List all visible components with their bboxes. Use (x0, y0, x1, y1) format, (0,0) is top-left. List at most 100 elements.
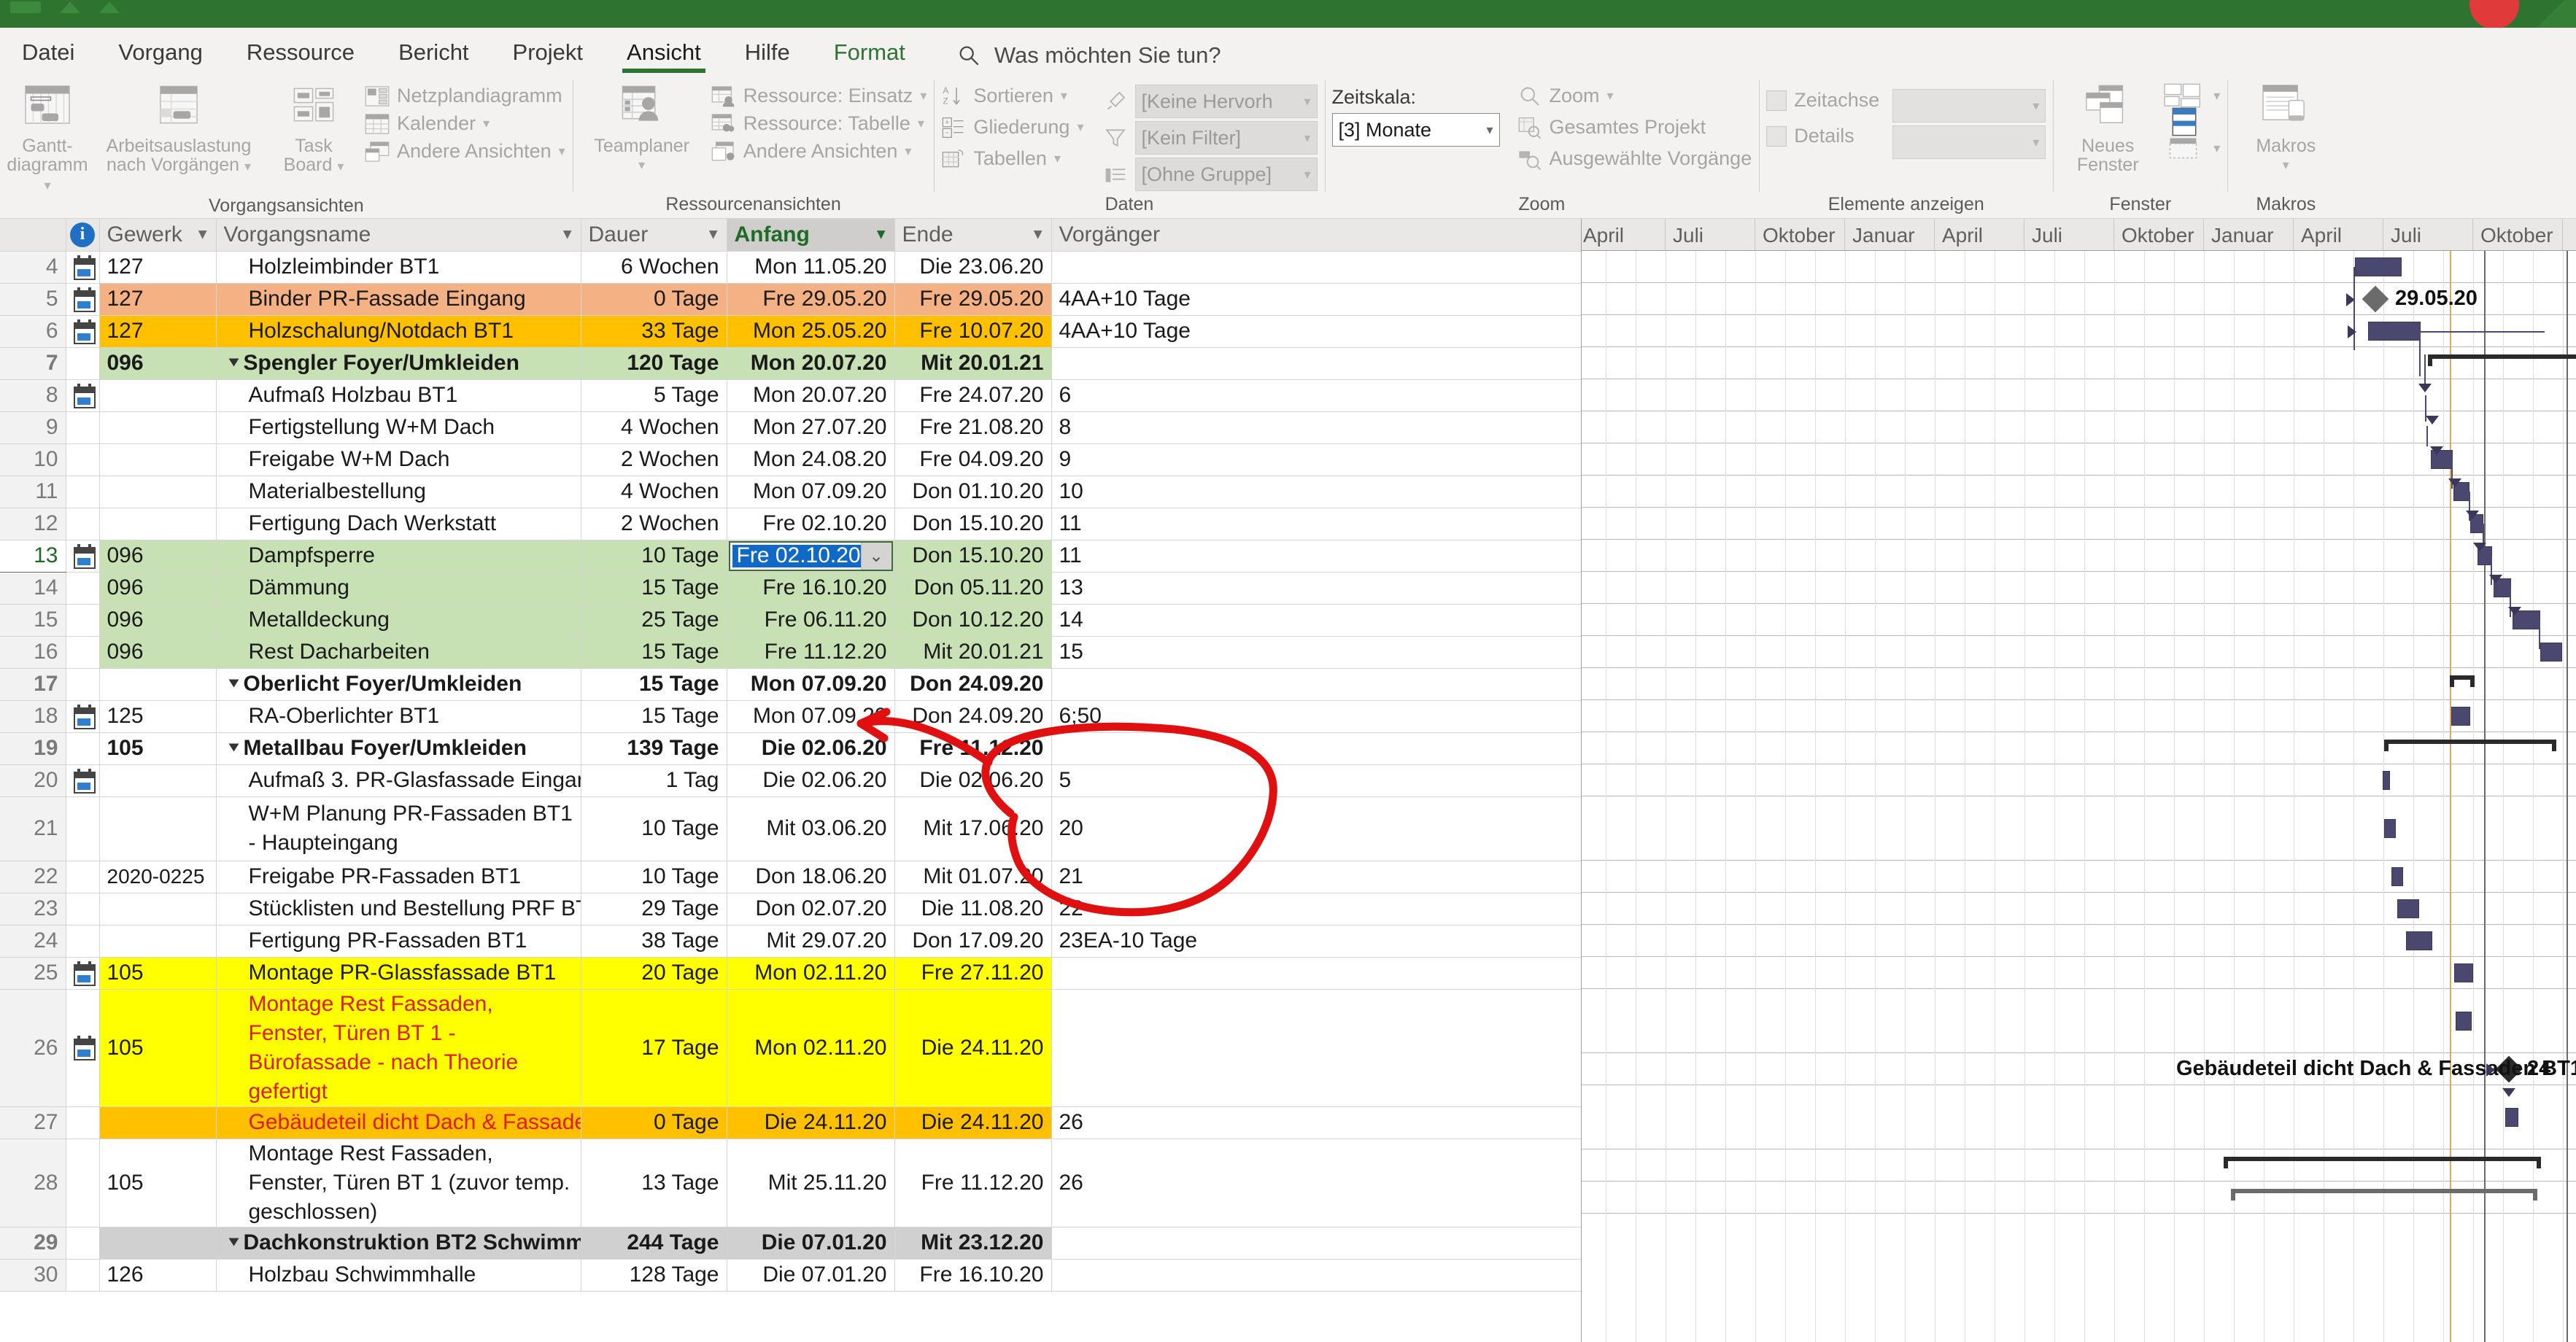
task-name-cell[interactable]: Dämmung (216, 572, 581, 605)
chevron-down-icon[interactable]: ▼ (560, 226, 575, 243)
gantt-bar[interactable] (2368, 322, 2421, 341)
gewerk-cell[interactable] (99, 1106, 217, 1139)
duration-cell[interactable]: 244 Tage (581, 1227, 727, 1260)
tab-ressource[interactable]: Ressource (225, 36, 376, 73)
group-combo[interactable]: [Ohne Gruppe] ▾ (1134, 158, 1318, 191)
save-icon[interactable] (10, 1, 41, 13)
finish-date-cell[interactable]: Fre 16.10.20 (894, 1259, 1052, 1292)
indicator-cell[interactable] (66, 1139, 100, 1227)
gantt-pane[interactable]: April Juli Oktober Januar April Juli Oktober Ja… (1582, 219, 2576, 1342)
network-diagram-button[interactable]: Netzplandiagramm (365, 85, 565, 107)
duration-cell[interactable]: 139 Tage (581, 732, 727, 765)
team-planner-button[interactable]: Teamplaner ▾ (580, 79, 704, 174)
predecessor-cell[interactable]: 22 (1051, 893, 1581, 926)
start-date-cell[interactable]: Mit 29.07.20 (727, 925, 895, 958)
indicator-cell[interactable] (66, 508, 100, 540)
gewerk-cell[interactable]: 127 (99, 251, 217, 284)
predecessor-cell[interactable]: 14 (1051, 604, 1581, 637)
indicator-cell[interactable] (66, 957, 100, 990)
finish-date-cell[interactable]: Fre 21.08.20 (894, 411, 1052, 444)
duration-cell[interactable]: 4 Wochen (581, 411, 727, 444)
start-date-cell[interactable]: Die 07.01.20 (727, 1227, 895, 1260)
undo-icon[interactable] (60, 1, 80, 13)
indicator-cell[interactable] (66, 572, 100, 605)
chevron-down-icon[interactable]: ▾ (483, 116, 490, 131)
gewerk-cell[interactable]: 125 (99, 700, 217, 733)
table-row[interactable]: 12 Fertigung Dach Werkstatt 2 Wochen Fre 02… (0, 508, 1581, 540)
chevron-down-icon[interactable]: ▾ (1077, 120, 1083, 135)
task-name-cell[interactable]: Holzleimbinder BT1 (216, 251, 581, 284)
tab-datei[interactable]: Datei (0, 36, 96, 73)
indicator-cell[interactable] (66, 732, 100, 765)
start-date-cell[interactable]: Mon 24.08.20 (727, 443, 895, 476)
indicator-cell[interactable] (66, 1259, 100, 1292)
finish-date-cell[interactable]: Fre 27.11.20 (894, 957, 1052, 990)
start-date-cell[interactable]: Fre 02.10.20 (727, 508, 895, 540)
gantt-chart-button[interactable]: Gantt-diagramm ▾ (7, 79, 88, 195)
gewerk-cell[interactable]: 126 (99, 1259, 217, 1292)
column-header-gewerk[interactable]: Gewerk ▼ (99, 219, 217, 252)
duration-cell[interactable]: 10 Tage (581, 796, 727, 861)
gewerk-cell[interactable]: 127 (99, 315, 217, 348)
gantt-summary-bar[interactable] (2428, 354, 2576, 366)
indicator-cell[interactable] (66, 476, 100, 508)
gantt-summary-bar[interactable] (2224, 1157, 2541, 1168)
start-date-cell[interactable]: Mon 20.07.20 (727, 347, 895, 380)
gantt-bar[interactable] (2397, 899, 2419, 918)
checkbox-icon[interactable] (1766, 125, 1787, 147)
duration-cell[interactable]: 120 Tage (581, 347, 727, 380)
hide-window-button[interactable]: ▾ (2162, 137, 2220, 159)
chevron-down-icon[interactable]: ▾ (559, 144, 565, 159)
start-date-cell[interactable]: Mon 25.05.20 (727, 315, 895, 348)
tab-hilfe[interactable]: Hilfe (723, 36, 812, 73)
chevron-down-icon[interactable]: ▾ (1061, 88, 1067, 104)
duration-cell[interactable]: 15 Tage (581, 700, 727, 733)
column-header-ende[interactable]: Ende ▼ (894, 219, 1052, 252)
chevron-down-icon[interactable]: ▾ (2032, 135, 2039, 150)
task-usage-button[interactable]: Arbeitsauslastung nach Vorgängen ▾ (95, 79, 263, 176)
finish-date-cell[interactable]: Don 15.10.20 (894, 508, 1052, 540)
table-row[interactable]: 22 2020-0225 Freigabe PR-Fassaden BT1 10 Ta… (0, 861, 1581, 893)
start-date-cell[interactable]: Mit 03.06.20 (727, 796, 895, 861)
gewerk-cell[interactable]: 105 (99, 732, 217, 765)
predecessor-cell[interactable]: 10 (1051, 476, 1581, 508)
tab-vorgang[interactable]: Vorgang (96, 36, 225, 73)
table-body[interactable]: 4 127 Holzleimbinder BT1 6 Wochen Mon 11.05.… (0, 251, 1581, 1292)
start-date-cell[interactable]: Don 02.07.20 (727, 893, 895, 926)
gewerk-cell[interactable]: 096 (99, 604, 217, 637)
task-name-cell[interactable]: Montage PR-Glassfassade BT1 (216, 957, 581, 990)
duration-cell[interactable]: 10 Tage (581, 861, 727, 893)
chevron-down-icon[interactable]: ▾ (2213, 141, 2220, 156)
chevron-down-icon[interactable]: ▾ (1304, 131, 1310, 146)
indicator-cell[interactable] (66, 1106, 100, 1139)
start-date-cell[interactable]: Fre 29.05.20 (727, 283, 895, 316)
indicator-cell[interactable] (66, 604, 100, 637)
calendar-view-button[interactable]: Kalender ▾ (365, 112, 565, 135)
gantt-bar[interactable] (2383, 771, 2390, 790)
resource-usage-button[interactable]: Ressource: Einsatz ▾ (711, 85, 927, 107)
finish-date-cell[interactable]: Die 23.06.20 (894, 251, 1052, 284)
finish-date-cell[interactable]: Don 10.12.20 (894, 604, 1052, 637)
chevron-down-icon[interactable]: ▾ (1304, 167, 1310, 182)
indicator-cell[interactable] (66, 379, 100, 412)
table-row[interactable]: 6 127 Holzschalung/Notdach BT1 33 Tage Mon 2… (0, 315, 1581, 348)
start-date-cell[interactable]: Fre 02.10.20 ⌄ (727, 540, 895, 573)
chevron-down-icon[interactable]: ▾ (920, 88, 927, 104)
table-row[interactable]: 4 127 Holzleimbinder BT1 6 Wochen Mon 11.05.… (0, 251, 1581, 284)
indicator-cell[interactable] (66, 636, 100, 669)
timeline-checkbox-row[interactable]: Zeitachse (1766, 89, 1879, 112)
table-row[interactable]: 14 096 Dämmung 15 Tage Fre 16.10.20 Don 05.11… (0, 572, 1581, 605)
indicator-cell[interactable] (66, 796, 100, 861)
indicator-cell[interactable] (66, 925, 100, 958)
start-date-cell[interactable]: Mon 20.07.20 (727, 379, 895, 412)
macros-button[interactable]: Makros ▾ (2235, 79, 2337, 174)
collapse-twisty-icon[interactable] (228, 1238, 239, 1246)
chevron-down-icon[interactable]: ▾ (1054, 151, 1061, 166)
task-name-cell[interactable]: RA-Oberlichter BT1 (216, 700, 581, 733)
finish-date-cell[interactable]: Don 01.10.20 (894, 476, 1052, 508)
table-row[interactable]: 18 125 RA-Oberlichter BT1 15 Tage Mon 07.09.… (0, 700, 1581, 733)
finish-date-cell[interactable]: Die 24.11.20 (894, 1106, 1052, 1139)
chevron-down-icon[interactable]: ▼ (874, 226, 889, 243)
table-row[interactable]: 25 105 Montage PR-Glassfassade BT1 20 Tage M… (0, 957, 1581, 990)
start-date-input[interactable]: Fre 02.10.20 (732, 543, 861, 567)
